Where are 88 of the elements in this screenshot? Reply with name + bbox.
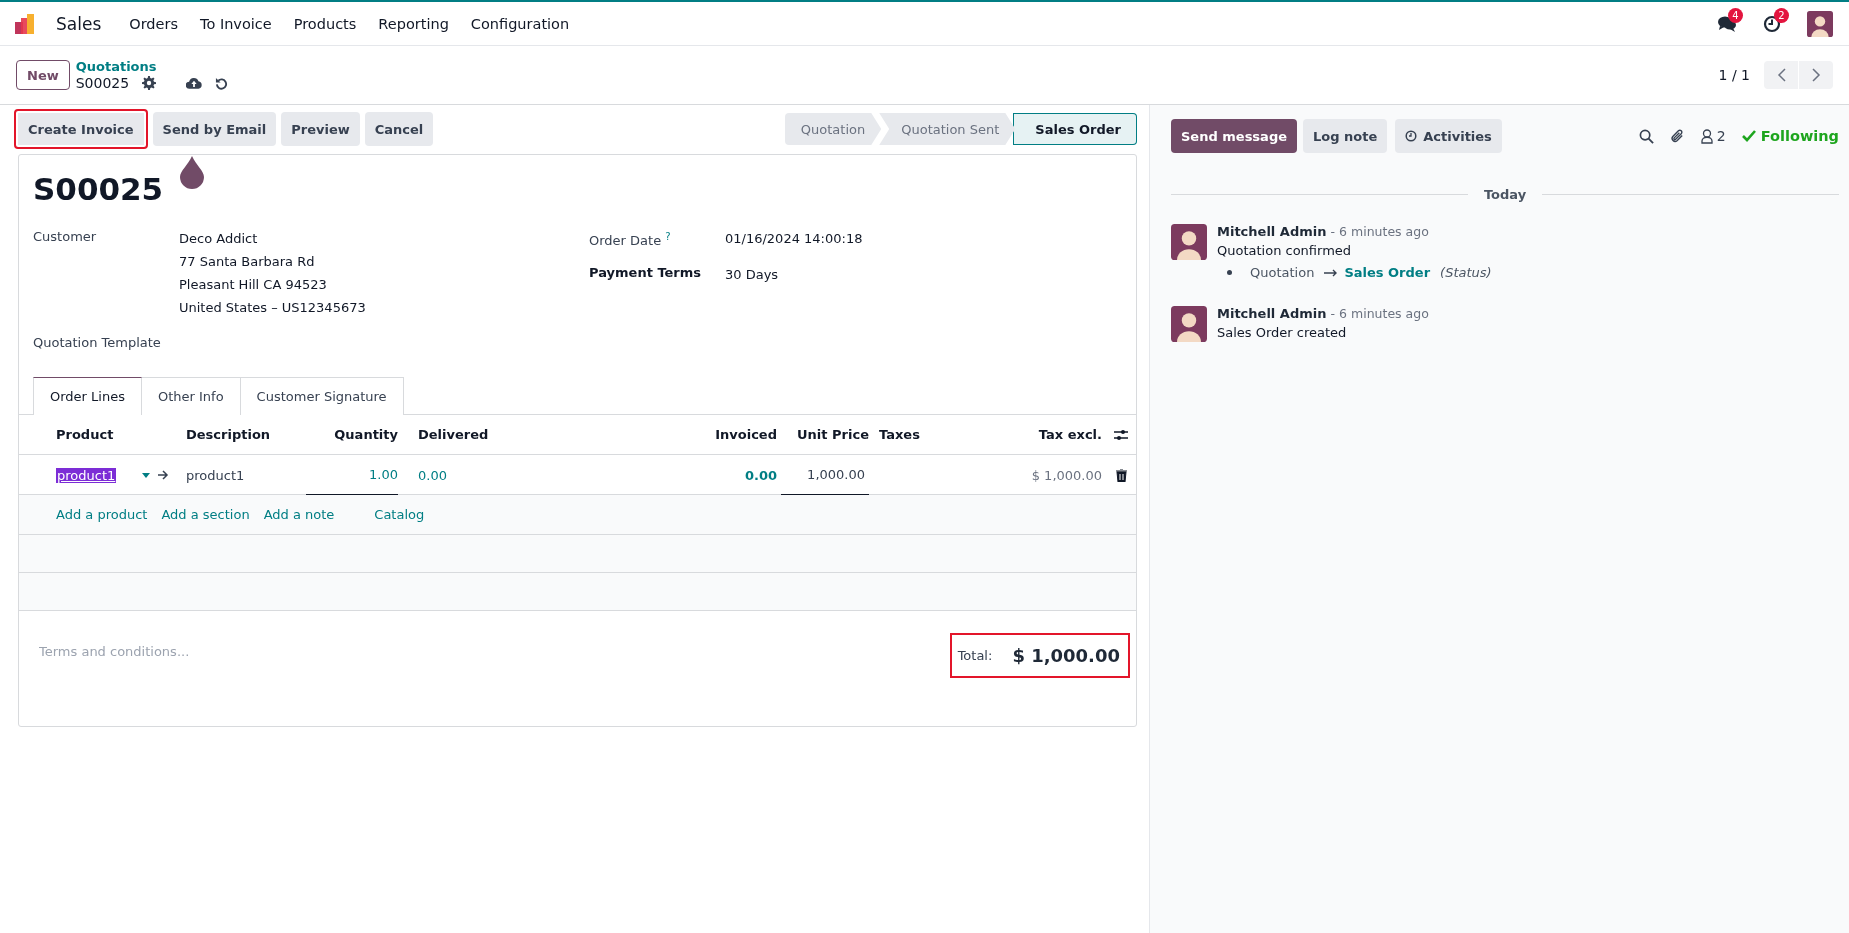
user-avatar <box>1807 10 1833 37</box>
menu-item[interactable]: Products <box>282 15 368 32</box>
payment-terms-value: 30 Days <box>725 266 780 285</box>
record-name: S00025 <box>75 75 130 91</box>
terms-field[interactable]: Terms and conditions... <box>37 643 437 660</box>
delivered-cell-text: 0.00 <box>417 467 448 483</box>
form-tab[interactable]: Other Info <box>141 377 241 415</box>
add-line-link[interactable]: Catalog <box>374 507 425 522</box>
column-header[interactable]: Description <box>186 427 306 442</box>
chatter-button[interactable]: Log note <box>1303 119 1388 153</box>
clock-icon[interactable] <box>1763 14 1781 33</box>
customer-link[interactable]: Deco Addict <box>179 227 258 250</box>
add-line-link[interactable]: Add a product <box>56 507 148 522</box>
column-header[interactable]: Product <box>56 427 186 442</box>
action-button[interactable]: Preview <box>281 112 360 146</box>
clock-icon <box>1405 130 1418 142</box>
column-header[interactable]: Delivered <box>398 427 518 442</box>
trash-icon[interactable] <box>1115 468 1127 482</box>
column-header[interactable]: Unit Price <box>777 427 869 442</box>
total-label: Total: <box>957 648 993 663</box>
form-tab[interactable]: Customer Signature <box>240 377 404 415</box>
form-tab[interactable]: Order Lines <box>33 377 142 415</box>
field-label: Order Date $^{?}$ <box>589 230 672 251</box>
message-count-badge: 4 <box>1728 7 1743 23</box>
field-label: Payment Terms <box>589 264 703 283</box>
action-button[interactable]: Create Invoice <box>14 109 148 149</box>
chatter-button[interactable]: Activities <box>1395 119 1502 153</box>
drop-marker-icon <box>179 155 205 189</box>
order-title: S00025 <box>33 171 164 209</box>
settings-icon[interactable] <box>142 76 157 90</box>
menu-item[interactable]: Reporting <box>367 15 460 32</box>
author-avatar <box>1171 306 1207 342</box>
invoiced-cell-text: 0.00 <box>743 467 777 483</box>
address-line: United States – US12345673 <box>179 299 366 317</box>
old-value: Quotation <box>1250 265 1315 280</box>
menu-item[interactable]: To Invoice <box>189 15 283 32</box>
message-body: Sales Order created <box>1217 325 1348 340</box>
chevron-left-icon <box>1776 68 1786 82</box>
arrow-right-icon <box>1324 268 1339 277</box>
followers-button[interactable]: 2 <box>1700 128 1726 144</box>
caret-icon <box>142 472 151 478</box>
activity-count-badge: 2 <box>1774 7 1789 23</box>
action-button[interactable]: Cancel <box>364 112 434 146</box>
menu-item[interactable]: Orders <box>118 15 189 32</box>
add-line-link[interactable]: Add a note <box>263 507 335 522</box>
check-icon <box>1741 130 1756 142</box>
column-header[interactable]: Invoiced <box>518 427 777 442</box>
status-step[interactable]: Sales Order <box>1013 113 1137 145</box>
message-time: - 6 minutes ago <box>1330 224 1429 239</box>
table-cell-text: product1 <box>186 467 246 483</box>
status-step[interactable]: Quotation Sent <box>879 113 1016 145</box>
address-line: 77 Santa Barbara Rd <box>179 253 315 271</box>
field-label: Customer <box>33 228 98 246</box>
table-cell-text: $ 1,000.00 <box>1030 467 1102 483</box>
add-line-link[interactable]: Add a section <box>161 507 250 522</box>
message-time: - 6 minutes ago <box>1330 306 1429 321</box>
undo-icon[interactable] <box>215 76 229 90</box>
author-avatar <box>1171 224 1207 260</box>
author-name: Mitchell Admin <box>1217 306 1327 321</box>
status-step[interactable]: Quotation <box>784 113 882 145</box>
paperclip-icon[interactable] <box>1669 128 1685 144</box>
product-field[interactable]: product1 <box>56 467 117 483</box>
cloud-upload-icon[interactable] <box>186 76 203 90</box>
column-settings-icon[interactable] <box>1114 428 1128 441</box>
new-value: Sales Order <box>1344 265 1431 280</box>
menu-item[interactable]: Configuration <box>459 15 581 32</box>
action-button[interactable]: Send by Email <box>152 112 277 146</box>
author-name: Mitchell Admin <box>1217 224 1327 239</box>
total-value: $ 1,000.00 <box>1012 645 1120 666</box>
app-logo-icon <box>14 12 36 35</box>
field-label: Quotation Template <box>33 335 161 350</box>
pager-value: 1 / 1 <box>1718 67 1750 83</box>
breadcrumb-link[interactable]: Quotations <box>75 59 229 75</box>
message-body: Quotation confirmed <box>1217 243 1353 258</box>
search-icon[interactable] <box>1638 128 1654 144</box>
column-header[interactable]: Taxes <box>869 427 999 442</box>
new-button[interactable]: New <box>16 60 70 90</box>
chatter-button[interactable]: Send message <box>1171 119 1297 153</box>
chevron-right-icon <box>1811 68 1821 82</box>
order-date-value: 01/16/2024 14:00:18 <box>725 230 864 248</box>
column-header[interactable]: Quantity <box>306 427 398 442</box>
date-separator: Today <box>1483 187 1527 202</box>
column-header[interactable]: Tax excl. <box>999 427 1102 442</box>
app-name[interactable]: Sales <box>45 13 113 34</box>
address-line: Pleasant Hill CA 94523 <box>179 276 327 294</box>
user-icon <box>1700 128 1713 144</box>
field-name: (Status) <box>1440 265 1492 280</box>
arrow-right-icon <box>158 470 170 480</box>
